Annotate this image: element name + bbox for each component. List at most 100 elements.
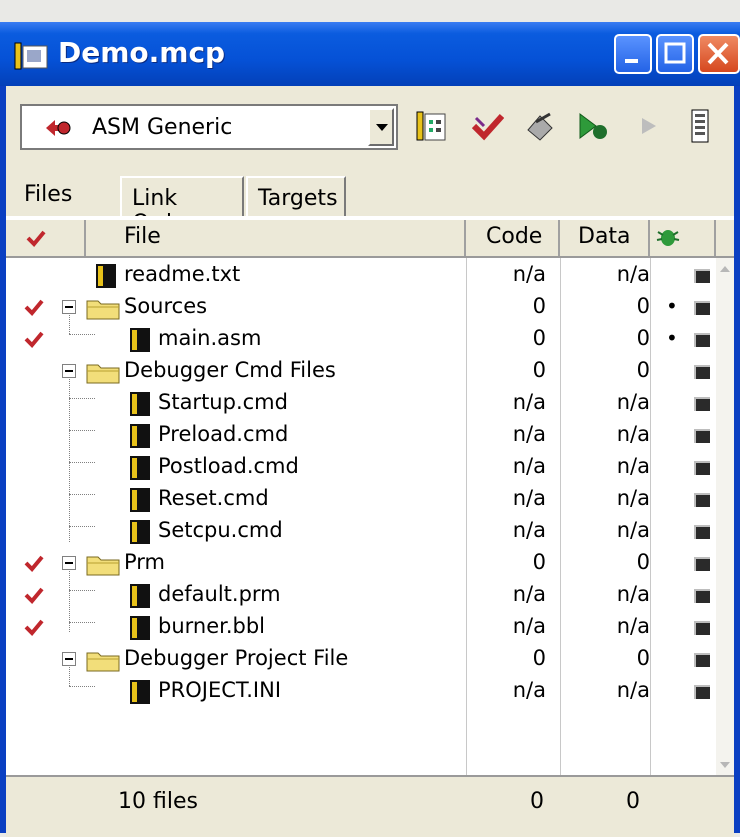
checkmark-icon (24, 555, 44, 572)
minimize-button[interactable] (614, 34, 652, 74)
list-item[interactable]: readme.txt n/a n/a (6, 260, 716, 292)
make-icon[interactable] (524, 108, 556, 144)
target-select[interactable]: ASM Generic (20, 104, 398, 150)
cmd-file-icon (130, 424, 150, 448)
cmd-file-icon (130, 520, 150, 544)
target-checkbox[interactable] (694, 365, 710, 379)
vertical-scrollbar[interactable] (716, 258, 734, 776)
checkmark-icon (26, 230, 46, 247)
cmd-file-icon (130, 488, 150, 512)
target-checkbox[interactable] (694, 557, 710, 571)
folder-icon (86, 652, 120, 672)
project-window: Demo.mcp ASM Generic Files Link Targets … (0, 22, 740, 837)
code-size: n/a (512, 486, 546, 510)
bug-icon (656, 230, 680, 246)
column-debug[interactable] (650, 220, 716, 256)
list-item[interactable]: Prm 0 0 (6, 548, 716, 580)
group-name: Prm (124, 550, 166, 574)
run-icon[interactable] (634, 108, 666, 144)
data-size: n/a (616, 422, 650, 446)
target-checkbox[interactable] (694, 269, 710, 283)
code-size: n/a (512, 262, 546, 286)
column-touch[interactable] (6, 220, 86, 256)
file-name: Postload.cmd (158, 454, 299, 478)
column-file[interactable]: File (86, 220, 466, 256)
list-item[interactable]: Sources 0 0 • (6, 292, 716, 324)
code-size: n/a (512, 422, 546, 446)
target-checkbox[interactable] (694, 461, 710, 475)
data-size: n/a (616, 582, 650, 606)
file-name: PROJECT.INI (158, 678, 282, 702)
tab-files[interactable]: Files (12, 168, 112, 218)
maximize-button[interactable] (656, 34, 694, 74)
prm-file-icon (130, 584, 150, 608)
column-data[interactable]: Data (560, 220, 650, 256)
debug-icon[interactable] (578, 108, 610, 144)
tab-targets[interactable]: Targets (246, 176, 346, 216)
target-checkbox[interactable] (694, 621, 710, 635)
target-checkbox[interactable] (694, 333, 710, 347)
column-header: File Code Data (6, 220, 734, 258)
settings-icon[interactable] (416, 108, 448, 144)
collapse-toggle[interactable] (62, 652, 76, 666)
checkmark-icon (24, 619, 44, 636)
data-size: n/a (616, 518, 650, 542)
file-name: main.asm (158, 326, 262, 350)
code-size: n/a (512, 582, 546, 606)
code-size: n/a (512, 390, 546, 414)
data-total: 0 (626, 789, 640, 814)
maximize-icon (664, 42, 686, 64)
list-item[interactable]: PROJECT.INI n/a n/a (6, 676, 716, 708)
project-inspector-icon[interactable] (684, 108, 716, 144)
dropdown-arrow-button[interactable] (368, 108, 394, 146)
file-name: Reset.cmd (158, 486, 269, 510)
list-item[interactable]: Reset.cmd n/a n/a (6, 484, 716, 516)
target-checkbox[interactable] (694, 429, 710, 443)
data-size: 0 (636, 550, 650, 574)
list-item[interactable]: Startup.cmd n/a n/a (6, 388, 716, 420)
data-size: n/a (616, 454, 650, 478)
target-checkbox[interactable] (694, 301, 710, 315)
target-select-value: ASM Generic (92, 115, 233, 140)
list-item[interactable]: Debugger Project File 0 0 (6, 644, 716, 676)
folder-icon (86, 300, 120, 320)
files-panel: File Code Data readme.txt n/a n/a Source… (6, 216, 734, 837)
tab-link-order[interactable]: Link Order (120, 176, 244, 236)
file-name: Startup.cmd (158, 390, 288, 414)
list-item[interactable]: burner.bbl n/a n/a (6, 612, 716, 644)
list-item[interactable]: Setcpu.cmd n/a n/a (6, 516, 716, 548)
source-file-icon (130, 328, 150, 352)
cmd-file-icon (130, 392, 150, 416)
close-button[interactable] (698, 34, 740, 74)
target-checkbox[interactable] (694, 397, 710, 411)
toolbar: ASM Generic (6, 86, 734, 166)
list-item[interactable]: Preload.cmd n/a n/a (6, 420, 716, 452)
file-name: readme.txt (124, 262, 241, 286)
collapse-toggle[interactable] (62, 556, 76, 570)
target-checkbox[interactable] (694, 685, 710, 699)
list-item[interactable]: Debugger Cmd Files 0 0 (6, 356, 716, 388)
tab-strip: Files Link Order Targets (6, 168, 734, 236)
list-item[interactable]: main.asm 0 0 • (6, 324, 716, 356)
code-size: 0 (532, 326, 546, 350)
group-name: Debugger Cmd Files (124, 358, 336, 382)
target-checkbox[interactable] (694, 653, 710, 667)
collapse-toggle[interactable] (62, 364, 76, 378)
synchronize-icon[interactable] (472, 108, 504, 144)
column-code[interactable]: Code (466, 220, 560, 256)
window-title: Demo.mcp (58, 36, 226, 69)
target-checkbox[interactable] (694, 525, 710, 539)
target-checkbox[interactable] (694, 589, 710, 603)
file-name: Preload.cmd (158, 422, 289, 446)
target-checkbox[interactable] (694, 493, 710, 507)
checkmark-icon (24, 587, 44, 604)
bbl-file-icon (130, 616, 150, 640)
minimize-icon (625, 59, 638, 63)
title-bar[interactable]: Demo.mcp (0, 22, 740, 86)
collapse-toggle[interactable] (62, 300, 76, 314)
data-size: n/a (616, 614, 650, 638)
list-item[interactable]: default.prm n/a n/a (6, 580, 716, 612)
list-item[interactable]: Postload.cmd n/a n/a (6, 452, 716, 484)
file-name: Setcpu.cmd (158, 518, 283, 542)
debug-dot: • (666, 294, 678, 318)
